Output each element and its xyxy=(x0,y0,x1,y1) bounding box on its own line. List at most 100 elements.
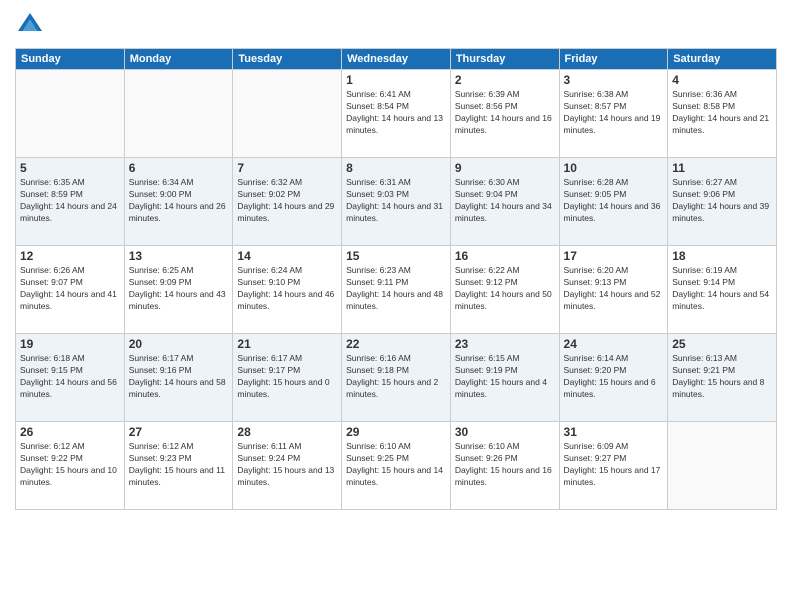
day-of-week-header: Thursday xyxy=(450,49,559,70)
day-info: Sunrise: 6:11 AM Sunset: 9:24 PM Dayligh… xyxy=(237,441,337,489)
calendar-day-cell: 3 Sunrise: 6:38 AM Sunset: 8:57 PM Dayli… xyxy=(559,70,668,158)
day-number: 21 xyxy=(237,337,337,351)
sunset-label: Sunset: 9:13 PM xyxy=(564,277,627,287)
sunset-label: Sunset: 8:58 PM xyxy=(672,101,735,111)
calendar-day-cell: 19 Sunrise: 6:18 AM Sunset: 9:15 PM Dayl… xyxy=(16,334,125,422)
header xyxy=(15,10,777,40)
day-info: Sunrise: 6:13 AM Sunset: 9:21 PM Dayligh… xyxy=(672,353,772,401)
daylight-label: Daylight: 14 hours and 31 minutes. xyxy=(346,201,443,223)
day-info: Sunrise: 6:16 AM Sunset: 9:18 PM Dayligh… xyxy=(346,353,446,401)
calendar-day-cell: 12 Sunrise: 6:26 AM Sunset: 9:07 PM Dayl… xyxy=(16,246,125,334)
calendar-day-cell: 5 Sunrise: 6:35 AM Sunset: 8:59 PM Dayli… xyxy=(16,158,125,246)
daylight-label: Daylight: 15 hours and 10 minutes. xyxy=(20,465,117,487)
day-number: 5 xyxy=(20,161,120,175)
day-info: Sunrise: 6:19 AM Sunset: 9:14 PM Dayligh… xyxy=(672,265,772,313)
sunrise-label: Sunrise: 6:09 AM xyxy=(564,441,629,451)
day-number: 25 xyxy=(672,337,772,351)
day-info: Sunrise: 6:35 AM Sunset: 8:59 PM Dayligh… xyxy=(20,177,120,225)
daylight-label: Daylight: 14 hours and 19 minutes. xyxy=(564,113,661,135)
day-info: Sunrise: 6:09 AM Sunset: 9:27 PM Dayligh… xyxy=(564,441,664,489)
day-info: Sunrise: 6:39 AM Sunset: 8:56 PM Dayligh… xyxy=(455,89,555,137)
calendar-day-cell: 18 Sunrise: 6:19 AM Sunset: 9:14 PM Dayl… xyxy=(668,246,777,334)
day-info: Sunrise: 6:31 AM Sunset: 9:03 PM Dayligh… xyxy=(346,177,446,225)
sunset-label: Sunset: 9:17 PM xyxy=(237,365,300,375)
calendar-day-cell: 11 Sunrise: 6:27 AM Sunset: 9:06 PM Dayl… xyxy=(668,158,777,246)
calendar-day-cell xyxy=(233,70,342,158)
calendar-day-cell: 14 Sunrise: 6:24 AM Sunset: 9:10 PM Dayl… xyxy=(233,246,342,334)
daylight-label: Daylight: 14 hours and 29 minutes. xyxy=(237,201,334,223)
sunrise-label: Sunrise: 6:31 AM xyxy=(346,177,411,187)
day-number: 10 xyxy=(564,161,664,175)
sunset-label: Sunset: 9:20 PM xyxy=(564,365,627,375)
day-info: Sunrise: 6:27 AM Sunset: 9:06 PM Dayligh… xyxy=(672,177,772,225)
day-number: 23 xyxy=(455,337,555,351)
daylight-label: Daylight: 15 hours and 13 minutes. xyxy=(237,465,334,487)
day-number: 22 xyxy=(346,337,446,351)
sunrise-label: Sunrise: 6:19 AM xyxy=(672,265,737,275)
day-number: 28 xyxy=(237,425,337,439)
day-number: 26 xyxy=(20,425,120,439)
sunset-label: Sunset: 9:14 PM xyxy=(672,277,735,287)
day-of-week-header: Wednesday xyxy=(342,49,451,70)
sunrise-label: Sunrise: 6:35 AM xyxy=(20,177,85,187)
day-info: Sunrise: 6:10 AM Sunset: 9:25 PM Dayligh… xyxy=(346,441,446,489)
sunrise-label: Sunrise: 6:36 AM xyxy=(672,89,737,99)
daylight-label: Daylight: 14 hours and 56 minutes. xyxy=(20,377,117,399)
day-number: 4 xyxy=(672,73,772,87)
sunrise-label: Sunrise: 6:14 AM xyxy=(564,353,629,363)
calendar-day-cell: 9 Sunrise: 6:30 AM Sunset: 9:04 PM Dayli… xyxy=(450,158,559,246)
page: SundayMondayTuesdayWednesdayThursdayFrid… xyxy=(0,0,792,612)
calendar-day-cell: 26 Sunrise: 6:12 AM Sunset: 9:22 PM Dayl… xyxy=(16,422,125,510)
daylight-label: Daylight: 14 hours and 36 minutes. xyxy=(564,201,661,223)
sunrise-label: Sunrise: 6:24 AM xyxy=(237,265,302,275)
daylight-label: Daylight: 14 hours and 54 minutes. xyxy=(672,289,769,311)
day-number: 31 xyxy=(564,425,664,439)
calendar-day-cell: 24 Sunrise: 6:14 AM Sunset: 9:20 PM Dayl… xyxy=(559,334,668,422)
day-number: 12 xyxy=(20,249,120,263)
day-info: Sunrise: 6:41 AM Sunset: 8:54 PM Dayligh… xyxy=(346,89,446,137)
calendar-week-row: 12 Sunrise: 6:26 AM Sunset: 9:07 PM Dayl… xyxy=(16,246,777,334)
sunset-label: Sunset: 8:56 PM xyxy=(455,101,518,111)
sunrise-label: Sunrise: 6:41 AM xyxy=(346,89,411,99)
sunrise-label: Sunrise: 6:38 AM xyxy=(564,89,629,99)
day-number: 1 xyxy=(346,73,446,87)
calendar-day-cell xyxy=(668,422,777,510)
day-of-week-header: Monday xyxy=(124,49,233,70)
day-number: 18 xyxy=(672,249,772,263)
calendar-day-cell: 23 Sunrise: 6:15 AM Sunset: 9:19 PM Dayl… xyxy=(450,334,559,422)
calendar-week-row: 5 Sunrise: 6:35 AM Sunset: 8:59 PM Dayli… xyxy=(16,158,777,246)
sunset-label: Sunset: 8:54 PM xyxy=(346,101,409,111)
day-of-week-header: Saturday xyxy=(668,49,777,70)
day-info: Sunrise: 6:12 AM Sunset: 9:23 PM Dayligh… xyxy=(129,441,229,489)
day-number: 7 xyxy=(237,161,337,175)
calendar-day-cell: 15 Sunrise: 6:23 AM Sunset: 9:11 PM Dayl… xyxy=(342,246,451,334)
day-of-week-header: Sunday xyxy=(16,49,125,70)
sunset-label: Sunset: 9:23 PM xyxy=(129,453,192,463)
daylight-label: Daylight: 14 hours and 48 minutes. xyxy=(346,289,443,311)
daylight-label: Daylight: 15 hours and 8 minutes. xyxy=(672,377,764,399)
sunrise-label: Sunrise: 6:30 AM xyxy=(455,177,520,187)
sunset-label: Sunset: 9:09 PM xyxy=(129,277,192,287)
day-info: Sunrise: 6:12 AM Sunset: 9:22 PM Dayligh… xyxy=(20,441,120,489)
sunset-label: Sunset: 9:21 PM xyxy=(672,365,735,375)
calendar-header-row: SundayMondayTuesdayWednesdayThursdayFrid… xyxy=(16,49,777,70)
calendar-day-cell: 21 Sunrise: 6:17 AM Sunset: 9:17 PM Dayl… xyxy=(233,334,342,422)
daylight-label: Daylight: 14 hours and 26 minutes. xyxy=(129,201,226,223)
sunset-label: Sunset: 9:03 PM xyxy=(346,189,409,199)
daylight-label: Daylight: 14 hours and 24 minutes. xyxy=(20,201,117,223)
sunset-label: Sunset: 9:15 PM xyxy=(20,365,83,375)
daylight-label: Daylight: 14 hours and 52 minutes. xyxy=(564,289,661,311)
sunrise-label: Sunrise: 6:10 AM xyxy=(455,441,520,451)
calendar-day-cell: 10 Sunrise: 6:28 AM Sunset: 9:05 PM Dayl… xyxy=(559,158,668,246)
calendar-day-cell: 29 Sunrise: 6:10 AM Sunset: 9:25 PM Dayl… xyxy=(342,422,451,510)
daylight-label: Daylight: 14 hours and 43 minutes. xyxy=(129,289,226,311)
sunset-label: Sunset: 9:06 PM xyxy=(672,189,735,199)
day-info: Sunrise: 6:36 AM Sunset: 8:58 PM Dayligh… xyxy=(672,89,772,137)
day-of-week-header: Friday xyxy=(559,49,668,70)
sunrise-label: Sunrise: 6:17 AM xyxy=(129,353,194,363)
sunset-label: Sunset: 9:04 PM xyxy=(455,189,518,199)
day-number: 24 xyxy=(564,337,664,351)
calendar-day-cell: 2 Sunrise: 6:39 AM Sunset: 8:56 PM Dayli… xyxy=(450,70,559,158)
calendar-week-row: 19 Sunrise: 6:18 AM Sunset: 9:15 PM Dayl… xyxy=(16,334,777,422)
daylight-label: Daylight: 15 hours and 0 minutes. xyxy=(237,377,329,399)
